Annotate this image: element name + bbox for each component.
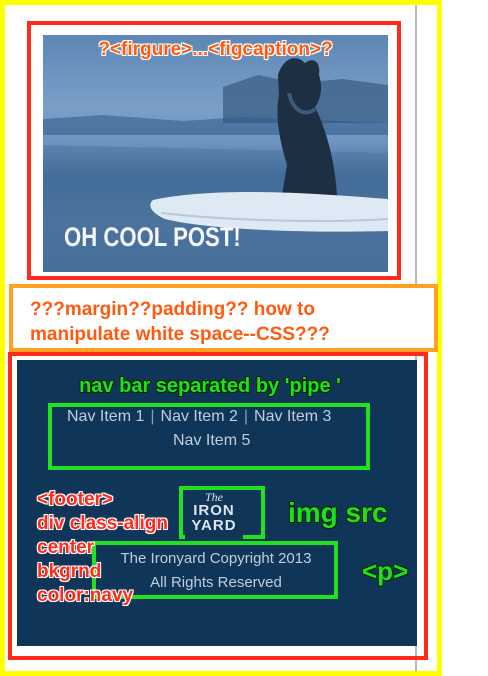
logo-text-iron: IRON xyxy=(193,502,235,519)
nav-item-5[interactable]: Nav Item 5 xyxy=(173,432,250,449)
footer-annotation-line: color:navy xyxy=(37,585,134,606)
nav-separator: | xyxy=(150,408,155,425)
figcaption-annotation: ?<firgure>...<figcaption>? xyxy=(98,39,333,60)
footer-annotation-line: div class-align xyxy=(37,513,168,534)
nav-annotation: nav bar separated by 'pipe ' xyxy=(79,375,341,397)
footer-annotation-line: center xyxy=(37,537,95,558)
p-annotation: <p> xyxy=(362,556,409,586)
hero-caption: OH COOL POST! xyxy=(64,222,241,252)
footer-annotation: <footer> div class-align center bkgrnd c… xyxy=(37,488,168,608)
nav-item-3[interactable]: Nav Item 3 xyxy=(254,408,331,425)
ironyard-logo: The IRON YARD xyxy=(185,491,243,539)
logo-text-yard: YARD xyxy=(191,517,237,534)
nav-item-2[interactable]: Nav Item 2 xyxy=(161,408,238,425)
nav-row-2: Nav Item 5 xyxy=(173,432,250,450)
nav-separator: | xyxy=(243,408,249,425)
nav-row-1: Nav Item 1 | Nav Item 2 | Nav Item 3 xyxy=(67,408,331,426)
img-src-annotation: img src xyxy=(288,497,388,528)
whitespace-annotation-line-1: ???margin??padding?? how to xyxy=(30,299,315,320)
nav-item-1[interactable]: Nav Item 1 xyxy=(67,408,144,425)
whitespace-annotation: ???margin??padding?? how to manipulate w… xyxy=(30,297,430,347)
footer-annotation-line: <footer> xyxy=(37,489,114,510)
footer-annotation-line: bkgrnd xyxy=(37,561,102,582)
whitespace-annotation-line-2: manipulate white space--CSS??? xyxy=(30,324,330,345)
